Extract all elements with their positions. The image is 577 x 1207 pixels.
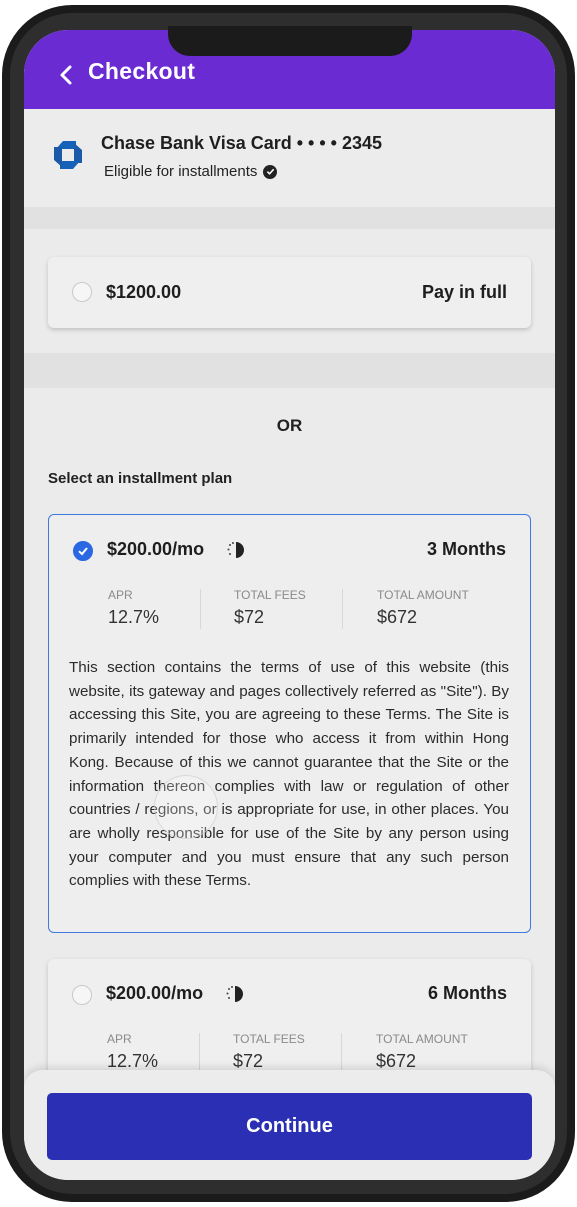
eligibility-row: Eligible for installments (104, 163, 278, 180)
total-amount-value: $672 (377, 607, 418, 627)
terms-of-use-text: This section contains the terms of use o… (69, 659, 509, 890)
check-circle-icon (263, 164, 278, 179)
total-fees-label: TOTAL FEES (234, 588, 306, 602)
pay-full-radio[interactable] (72, 282, 92, 302)
stat-divider (200, 589, 201, 629)
continue-button[interactable]: Continue (47, 1093, 532, 1160)
plan-duration: 3 Months (427, 539, 506, 559)
spinner-icon (226, 986, 243, 1002)
apr-label: APR (107, 1032, 132, 1046)
total-fees-label: TOTAL FEES (233, 1032, 305, 1046)
divider-band (24, 207, 555, 229)
or-separator: OR (276, 416, 303, 435)
stat-divider (342, 589, 343, 629)
card-name: Chase Bank Visa Card • • • • 2345 (101, 133, 383, 153)
phone-notch (168, 26, 412, 56)
touch-indicator (154, 775, 218, 839)
stat-divider (341, 1033, 342, 1073)
installment-section-label: Select an installment plan (48, 470, 233, 487)
apr-label: APR (108, 588, 133, 602)
plan-amount: $200.00/mo (106, 983, 204, 1003)
chevron-left-icon (60, 65, 72, 85)
stat-divider (199, 1033, 200, 1073)
plan-amount: $200.00/mo (107, 539, 205, 559)
app-screen: Checkout Chase Bank Visa Card • • • • 23… (24, 30, 555, 1180)
total-amount-label: TOTAL AMOUNT (377, 588, 469, 602)
plan-radio[interactable] (72, 985, 92, 1005)
page-title: Checkout (88, 58, 196, 84)
checkmark-icon (78, 547, 88, 556)
chase-logo-icon (54, 141, 82, 169)
eligibility-text: Eligible for installments (104, 163, 258, 180)
payment-card-section (24, 109, 555, 207)
spinner-icon (227, 542, 244, 558)
apr-value: 12.7% (107, 1051, 159, 1071)
total-amount-value: $672 (376, 1051, 417, 1071)
plan-duration: 6 Months (428, 983, 507, 1003)
total-fees-value: $72 (234, 607, 265, 627)
pay-full-label: Pay in full (421, 282, 507, 302)
pay-full-amount: $1200.00 (106, 282, 182, 302)
plan-radio-selected[interactable] (73, 541, 93, 561)
divider-band (24, 353, 555, 388)
total-fees-value: $72 (233, 1051, 264, 1071)
pay-in-full-option[interactable]: $1200.00 Pay in full (48, 257, 531, 328)
back-button[interactable] (52, 60, 80, 90)
total-amount-label: TOTAL AMOUNT (376, 1032, 468, 1046)
apr-value: 12.7% (108, 607, 160, 627)
